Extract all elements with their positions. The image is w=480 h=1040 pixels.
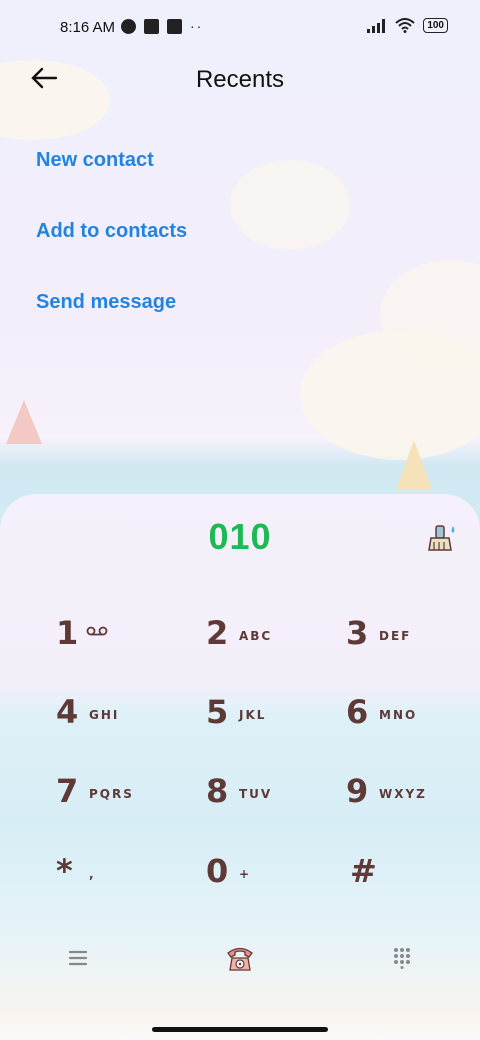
- status-bar: 8:16 AM ·· 100: [0, 0, 480, 56]
- voicemail-icon: [86, 626, 108, 636]
- battery-icon: 100: [423, 18, 448, 33]
- key-digit: 6: [346, 693, 369, 731]
- hamburger-icon: [68, 950, 88, 966]
- key-8[interactable]: 8 TUV: [206, 772, 336, 832]
- key-letters: GHI: [89, 708, 120, 722]
- clear-button[interactable]: [426, 520, 458, 556]
- telephone-icon: [227, 947, 253, 971]
- keypad-icon: [394, 948, 410, 969]
- notification-icon: [121, 18, 136, 34]
- key-0[interactable]: 0 +: [206, 852, 336, 912]
- key-digit: 3: [346, 614, 369, 652]
- key-letters: TUV: [239, 787, 273, 801]
- key-letters: ABC: [239, 629, 273, 643]
- key-3[interactable]: 3 DEF: [346, 614, 476, 674]
- key-digit: 2: [206, 614, 229, 652]
- key-letters: MNO: [379, 708, 418, 722]
- key-letters: ,: [89, 867, 96, 881]
- brush-icon: [428, 525, 455, 551]
- key-6[interactable]: 6 MNO: [346, 693, 476, 753]
- app-notification-icon: [144, 18, 159, 34]
- key-letters: DEF: [379, 629, 412, 643]
- more-notifications-icon: ··: [190, 18, 204, 34]
- key-1[interactable]: 1: [56, 614, 186, 674]
- upload-icon: [167, 18, 182, 34]
- key-letters: JKL: [239, 708, 267, 722]
- key-digit: 7: [56, 772, 79, 810]
- key-digit: 4: [56, 693, 79, 731]
- wifi-icon: [395, 18, 415, 33]
- key-digit: *: [56, 852, 73, 890]
- key-digit: 9: [346, 772, 369, 810]
- key-letters: PQRS: [89, 787, 134, 801]
- key-letters: +: [239, 867, 252, 881]
- key-digit: #: [350, 852, 377, 890]
- key-digit: 8: [206, 772, 229, 810]
- key-9[interactable]: 9 WXYZ: [346, 772, 476, 832]
- key-5[interactable]: 5 JKL: [206, 693, 336, 753]
- key-digit: 0: [206, 852, 229, 890]
- key-digit: 1: [56, 614, 79, 652]
- send-message-link[interactable]: Send message: [36, 291, 176, 314]
- home-indicator[interactable]: [152, 1027, 328, 1032]
- page-title: Recents: [195, 66, 285, 93]
- signal-icon: [367, 18, 386, 33]
- key-letters: WXYZ: [379, 787, 427, 801]
- call-button[interactable]: [220, 940, 260, 976]
- dialed-number: 010: [208, 516, 272, 557]
- keypad-toggle-button[interactable]: [382, 940, 422, 976]
- new-contact-link[interactable]: New contact: [36, 149, 154, 172]
- add-to-contacts-link[interactable]: Add to contacts: [36, 220, 187, 243]
- key-digit: 5: [206, 693, 229, 731]
- key-star[interactable]: * ,: [56, 852, 186, 912]
- menu-button[interactable]: [58, 940, 98, 976]
- key-2[interactable]: 2 ABC: [206, 614, 336, 674]
- status-time: 8:16 AM: [60, 19, 116, 36]
- key-4[interactable]: 4 GHI: [56, 693, 186, 753]
- key-7[interactable]: 7 PQRS: [56, 772, 186, 832]
- key-hash[interactable]: #: [350, 852, 480, 912]
